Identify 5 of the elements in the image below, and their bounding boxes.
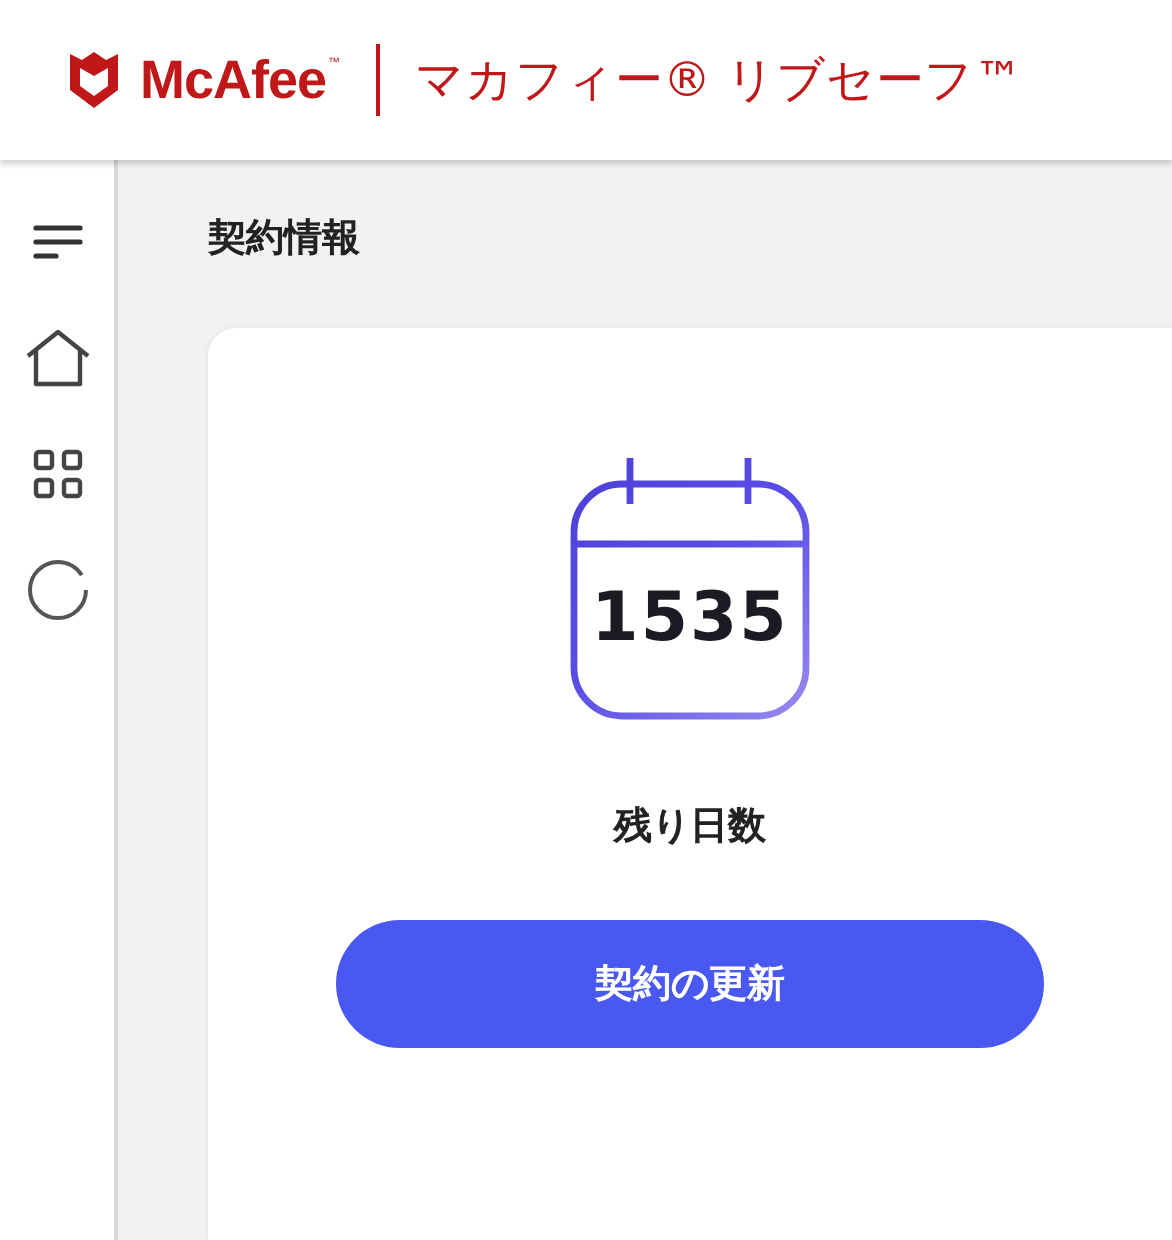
page-title: 契約情報 [208,214,362,264]
product-name: マカフィー® リブセーフ™ [415,50,1023,112]
days-remaining-label: 残り日数 [614,802,766,852]
renew-contract-button[interactable]: 契約の更新 [336,920,1044,1048]
days-remaining-count: 1535 [591,578,789,658]
